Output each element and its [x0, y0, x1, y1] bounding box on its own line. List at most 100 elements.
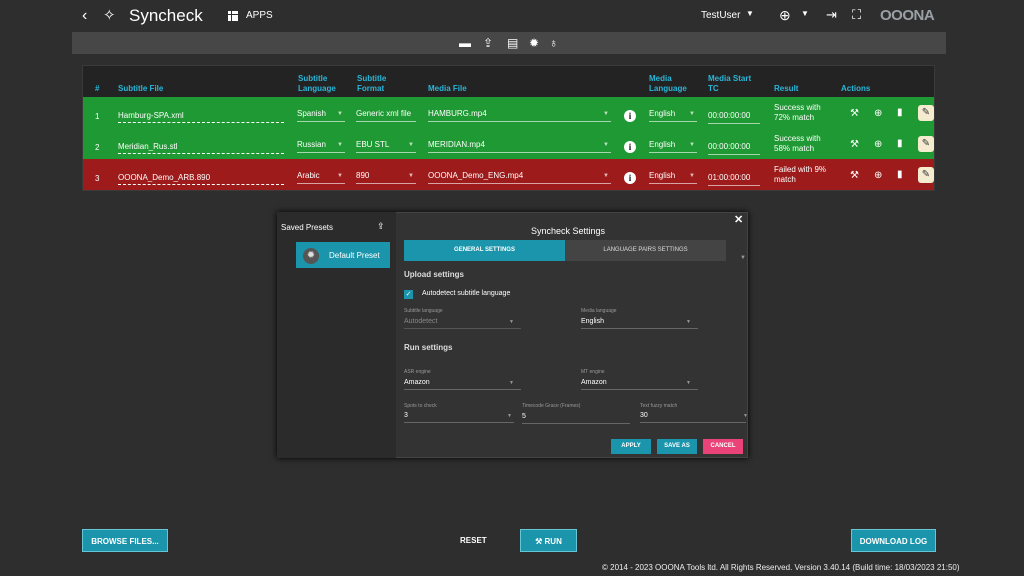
dialog-title: Syncheck Settings [531, 226, 606, 236]
apps-menu[interactable]: APPS [246, 10, 273, 21]
plus-icon[interactable]: ⊕ [874, 139, 882, 150]
upload-icon[interactable]: ⇪ [483, 36, 493, 50]
chevron-down-icon[interactable]: ▼ [603, 173, 609, 179]
mt-engine-select[interactable]: Amazon [581, 379, 698, 390]
media-start-tc-input[interactable]: 00:00:00:00 [708, 142, 760, 155]
trash-icon[interactable]: ▮ [897, 107, 903, 118]
autodetect-checkbox[interactable]: ✓ [404, 290, 413, 299]
cancel-button[interactable]: CANCEL [703, 439, 743, 454]
wand-icon[interactable]: ⚒ [850, 108, 859, 119]
chevron-down-icon[interactable]: ▼ [689, 111, 695, 117]
mt-engine-label: MT engine [581, 369, 605, 375]
tab-language-pairs-settings[interactable]: LANGUAGE PAIRS SETTINGS [565, 240, 726, 261]
save-as-button[interactable]: SAVE AS [657, 439, 697, 454]
col-header-subtitle-file: Subtitle File [118, 84, 164, 93]
spots-label: Spots to check [404, 403, 437, 409]
folder-icon[interactable]: ▬ [459, 36, 471, 50]
result-text: Success with 72% match [774, 103, 821, 122]
edit-icon[interactable]: ✎ [918, 136, 934, 152]
chevron-down-icon[interactable]: ▼ [801, 9, 809, 18]
user-menu[interactable]: TestUser [701, 10, 740, 21]
table-row: 1 Hamburg-SPA.xml Spanish ▼ Generic xml … [83, 97, 934, 128]
browse-files-button[interactable]: BROWSE FILES... [82, 529, 168, 552]
chevron-down-icon[interactable]: ▼ [509, 380, 514, 386]
asr-engine-label: ASR engine [404, 369, 431, 375]
media-language-label: Media language [581, 308, 617, 314]
download-log-button[interactable]: DOWNLOAD LOG [851, 529, 936, 552]
chevron-down-icon[interactable]: ▼ [689, 142, 695, 148]
edit-icon[interactable]: ✎ [918, 167, 934, 183]
jobs-table: # Subtitle File Subtitle Language Subtit… [82, 65, 935, 191]
chevron-down-icon[interactable]: ▼ [507, 413, 512, 419]
plus-icon[interactable]: ⊕ [874, 170, 882, 181]
subtitle-format-select[interactable]: 890 [356, 171, 416, 184]
lightbulb-icon[interactable]: ♁ [549, 36, 558, 50]
chevron-down-icon[interactable]: ▼ [408, 142, 414, 148]
save-icon[interactable]: ▤ [507, 36, 518, 50]
wand-icon[interactable]: ⚒ [850, 139, 859, 150]
chevron-down-icon[interactable]: ▼ [740, 255, 746, 261]
edit-icon[interactable]: ✎ [918, 105, 934, 121]
upload-icon[interactable]: ⇪ [377, 221, 385, 232]
col-header-actions: Actions [841, 84, 871, 93]
gear-icon: ✹ [303, 248, 319, 264]
spots-select[interactable]: 3 [404, 412, 514, 423]
fullscreen-icon[interactable]: ⛶ [852, 7, 861, 23]
back-icon[interactable]: ‹ [82, 7, 87, 25]
reset-button[interactable]: RESET [460, 536, 487, 545]
chevron-down-icon[interactable]: ▼ [686, 319, 691, 325]
asr-engine-select[interactable]: Amazon [404, 379, 521, 390]
chevron-down-icon[interactable]: ▼ [603, 111, 609, 117]
timecode-grace-label: Timecode Grace (Frames) [522, 403, 581, 409]
media-start-tc-input[interactable]: 00:00:00:00 [708, 111, 760, 124]
chevron-down-icon[interactable]: ▼ [337, 142, 343, 148]
info-icon[interactable]: i [624, 141, 636, 153]
globe-icon[interactable]: ⊕ [779, 7, 791, 24]
run-button[interactable]: ⚒ RUN [520, 529, 577, 552]
fuzzy-match-label: Text fuzzy match [640, 403, 678, 409]
close-icon[interactable]: ✕ [734, 213, 743, 226]
chevron-down-icon[interactable]: ▼ [337, 173, 343, 179]
row-num: 1 [95, 112, 100, 121]
settings-icon[interactable]: ✹ [529, 36, 539, 50]
chevron-down-icon[interactable]: ▼ [337, 111, 343, 117]
exit-icon[interactable]: ⇥ [826, 7, 837, 23]
timecode-grace-input[interactable]: 5 [522, 413, 630, 424]
info-icon[interactable]: i [624, 110, 636, 122]
chevron-down-icon[interactable]: ▼ [408, 173, 414, 179]
fuzzy-match-select[interactable]: 30 [640, 412, 746, 423]
logo: OOONA [880, 7, 935, 24]
trash-icon[interactable]: ▮ [897, 169, 903, 180]
result-text: Success with 58% match [774, 134, 821, 153]
subtitle-file-field[interactable]: Meridian_Rus.stl [118, 142, 284, 154]
chevron-down-icon[interactable]: ▼ [743, 413, 748, 419]
media-file-select[interactable]: OOONA_Demo_ENG.mp4 [428, 171, 611, 184]
autodetect-label: Autodetect subtitle language [422, 290, 511, 297]
subtitle-format-select[interactable]: EBU STL [356, 140, 416, 153]
chevron-down-icon[interactable]: ▼ [686, 380, 691, 386]
apps-grid-icon[interactable] [228, 11, 238, 21]
media-language-select[interactable]: English [581, 318, 698, 329]
col-header-subtitle-language: Subtitle Language [298, 74, 336, 93]
plus-icon[interactable]: ⊕ [874, 108, 882, 119]
subtitle-language-select[interactable]: Autodetect [404, 318, 521, 329]
chevron-down-icon[interactable]: ▼ [509, 319, 514, 325]
media-file-select[interactable]: HAMBURG.mp4 [428, 109, 611, 122]
info-icon[interactable]: i [624, 172, 636, 184]
chevron-down-icon[interactable]: ▼ [689, 173, 695, 179]
media-start-tc-input[interactable]: 01:00:00:00 [708, 173, 760, 186]
trash-icon[interactable]: ▮ [897, 138, 903, 149]
subtitle-file-field[interactable]: Hamburg-SPA.xml [118, 111, 284, 123]
wand-icon[interactable]: ⚒ [850, 170, 859, 181]
apply-button[interactable]: APPLY [611, 439, 651, 454]
media-file-select[interactable]: MERIDIAN.mp4 [428, 140, 611, 153]
subtitle-format-select[interactable]: Generic xml file [356, 109, 416, 122]
col-header-result: Result [774, 84, 799, 93]
col-header-media-start-tc: Media Start TC [708, 74, 752, 93]
col-header-num: # [95, 84, 100, 93]
chevron-down-icon[interactable]: ▼ [746, 9, 754, 18]
chevron-down-icon[interactable]: ▼ [603, 142, 609, 148]
subtitle-file-field[interactable]: OOONA_Demo_ARB.890 [118, 173, 284, 185]
upload-settings-heading: Upload settings [404, 270, 465, 279]
tab-general-settings[interactable]: GENERAL SETTINGS [404, 240, 565, 261]
